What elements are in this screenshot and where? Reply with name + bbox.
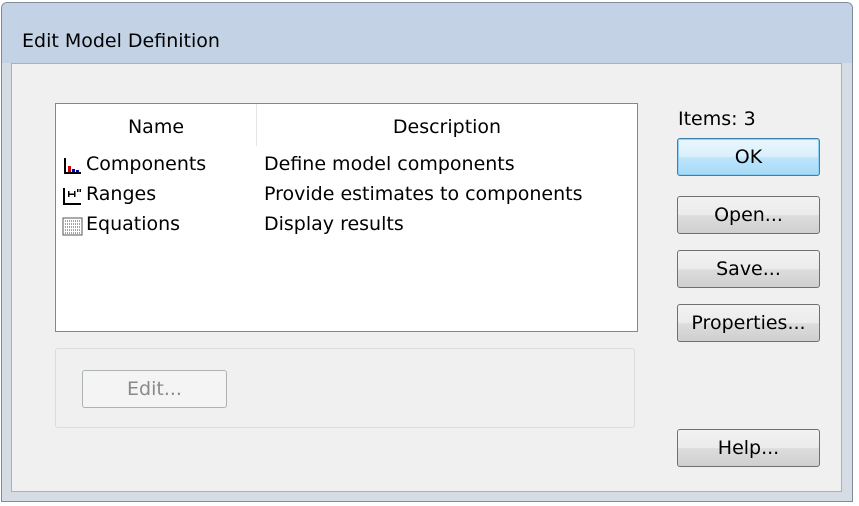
save-button[interactable]: Save... [677, 250, 820, 288]
list-item-ranges[interactable]: Ranges Provide estimates to components [56, 181, 636, 211]
range-icon [63, 188, 81, 205]
title-bar[interactable]: Edit Model Definition [2, 3, 852, 63]
column-header-description[interactable]: Description [257, 104, 637, 146]
edit-button[interactable]: Edit... [82, 370, 227, 408]
list-item-name: Ranges [86, 183, 157, 205]
open-button[interactable]: Open... [677, 196, 820, 234]
items-count-label: Items: 3 [678, 108, 756, 130]
column-header-name[interactable]: Name [56, 104, 256, 146]
equations-icon [62, 217, 83, 236]
model-list-view[interactable]: Name Description Components Define model… [55, 103, 638, 332]
list-item-description: Define model components [264, 153, 515, 175]
actions-group-panel: Edit... [55, 348, 635, 428]
list-item-description: Provide estimates to components [264, 183, 583, 205]
help-button[interactable]: Help... [677, 429, 820, 467]
list-item-name: Components [86, 153, 207, 175]
list-item-components[interactable]: Components Define model components [56, 151, 636, 181]
chart-icon [64, 158, 81, 174]
properties-button[interactable]: Properties... [677, 304, 820, 342]
dialog-title: Edit Model Definition [22, 30, 220, 52]
list-header: Name Description [56, 104, 637, 146]
list-item-description: Display results [264, 213, 404, 235]
dialog-client-area: Name Description Components Define model… [11, 63, 842, 492]
list-item-name: Equations [86, 213, 181, 235]
list-item-equations[interactable]: Equations Display results [56, 211, 636, 241]
dialog-window: Edit Model Definition Name Description C… [1, 2, 853, 502]
ok-button[interactable]: OK [677, 138, 820, 176]
